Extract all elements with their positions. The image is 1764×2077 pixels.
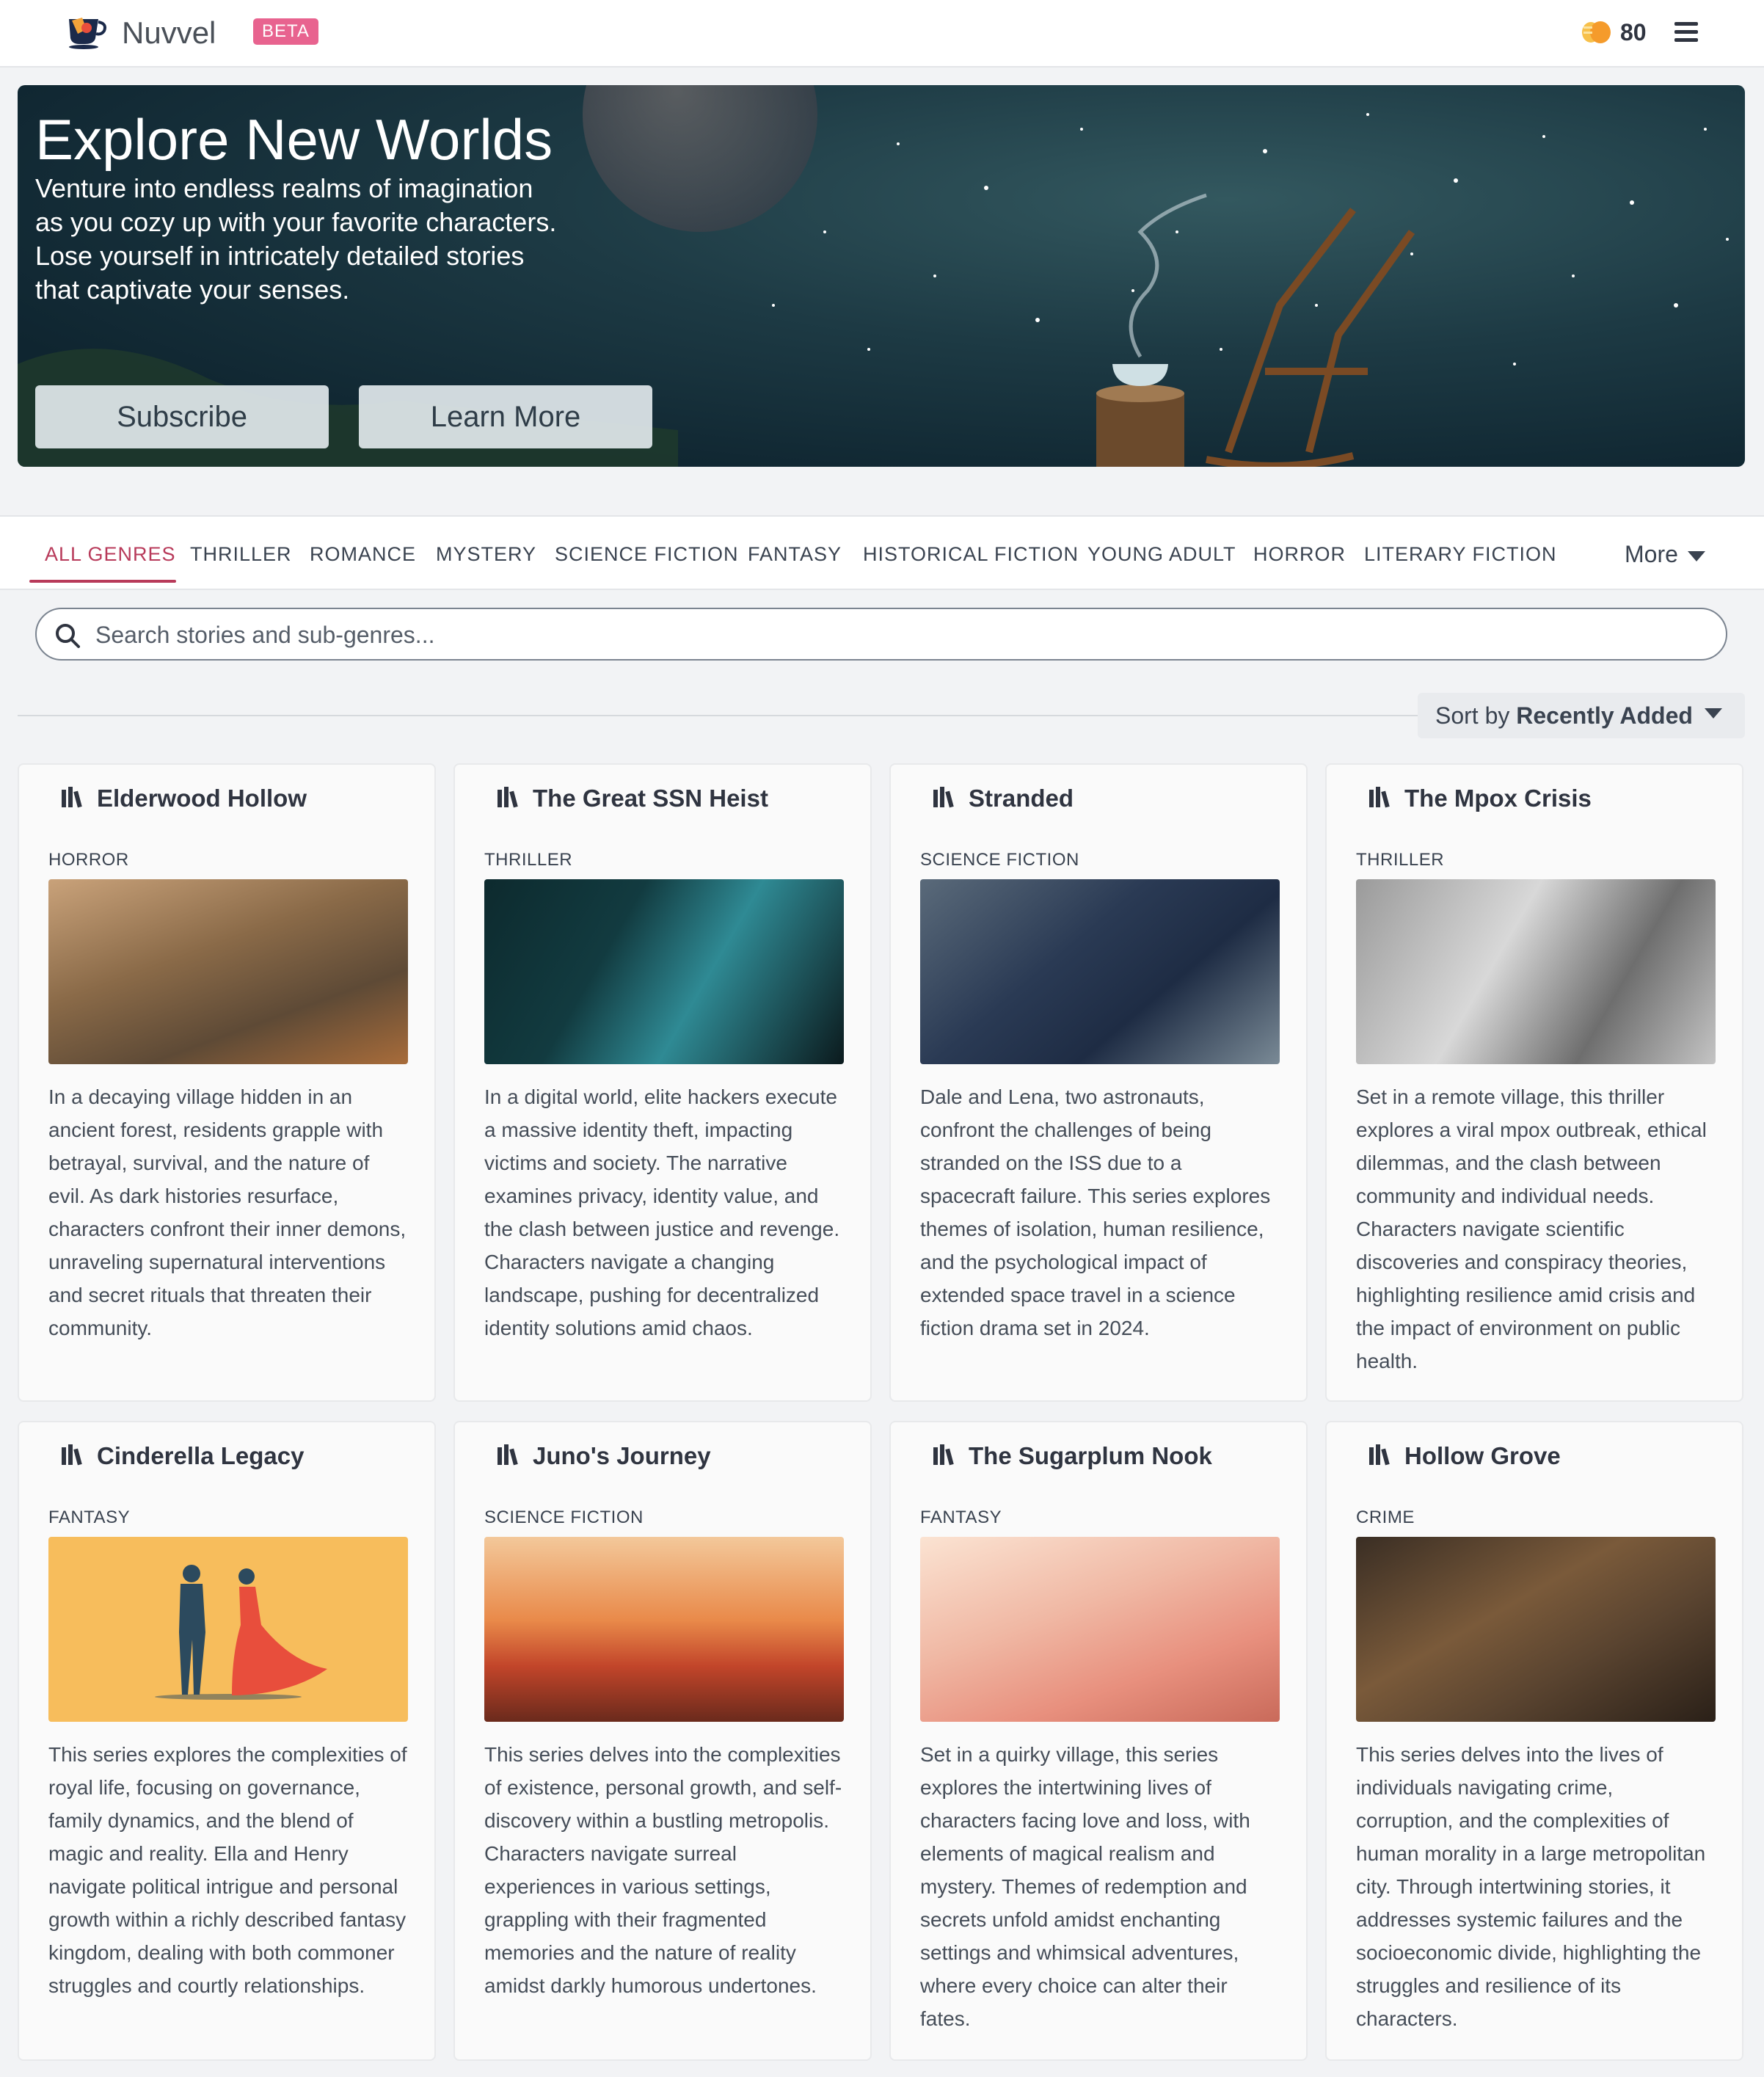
story-description: Dale and Lena, two astronauts, confront … — [920, 1085, 1271, 1339]
tab-horror[interactable]: HORROR — [1253, 542, 1346, 567]
story-cover-image[interactable] — [920, 879, 1280, 1064]
story-genre: THRILLER — [1356, 850, 1445, 870]
tab-mystery[interactable]: MYSTERY — [436, 542, 536, 567]
active-tab-indicator — [29, 580, 176, 583]
hamburger-menu-icon[interactable] — [1674, 22, 1698, 43]
learn-more-button[interactable]: Learn More — [359, 385, 652, 448]
books-icon — [498, 1444, 518, 1466]
genre-tabs: ALL GENRES THRILLER ROMANCE MYSTERY SCIE… — [0, 515, 1764, 590]
story-genre: FANTASY — [920, 1507, 1002, 1527]
sort-prefix: Sort by — [1435, 702, 1510, 729]
tab-science-fiction[interactable]: SCIENCE FICTION — [555, 542, 739, 567]
story-card[interactable]: Hollow Grove CRIME This series delves in… — [1325, 1421, 1743, 2061]
story-genre: HORROR — [48, 850, 129, 870]
story-title[interactable]: Elderwood Hollow — [97, 784, 307, 813]
story-description: In a decaying village hidden in an ancie… — [48, 1085, 407, 1339]
story-title[interactable]: Hollow Grove — [1404, 1441, 1561, 1471]
hero-banner: Explore New Worlds Venture into endless … — [18, 85, 1745, 467]
story-title[interactable]: Stranded — [969, 784, 1074, 813]
more-label: More — [1625, 541, 1678, 567]
tab-romance[interactable]: ROMANCE — [310, 542, 416, 567]
story-cover-image[interactable] — [48, 1537, 408, 1722]
hero-description: Venture into endless realms of imaginati… — [35, 173, 557, 305]
story-title[interactable]: Juno's Journey — [533, 1441, 711, 1471]
search-bar[interactable] — [35, 608, 1727, 661]
books-icon — [1369, 787, 1390, 808]
story-genre: CRIME — [1356, 1507, 1415, 1527]
caret-down-icon — [1705, 708, 1722, 719]
search-input[interactable] — [95, 618, 1695, 652]
books-icon — [498, 787, 518, 808]
tab-thriller[interactable]: THRILLER — [190, 542, 292, 567]
story-cover-image[interactable] — [1356, 879, 1716, 1064]
story-cover-image[interactable] — [484, 1537, 844, 1722]
more-genres-dropdown[interactable]: More — [1625, 540, 1706, 568]
sort-value: Recently Added — [1516, 702, 1693, 729]
brand-name[interactable]: Nuvvel — [122, 15, 216, 51]
books-icon — [62, 1444, 82, 1466]
story-card[interactable]: Stranded SCIENCE FICTION Dale and Lena, … — [889, 763, 1308, 1402]
coin-count: 80 — [1620, 19, 1647, 46]
story-genre: THRILLER — [484, 850, 573, 870]
coins-icon — [1582, 21, 1611, 43]
story-card[interactable]: The Great SSN Heist THRILLER In a digita… — [453, 763, 872, 1402]
books-icon — [1369, 1444, 1390, 1466]
story-cover-image[interactable] — [1356, 1537, 1716, 1722]
search-icon — [56, 624, 80, 648]
tab-literary-fiction[interactable]: LITERARY FICTION — [1364, 542, 1557, 567]
story-title[interactable]: The Mpox Crisis — [1404, 784, 1592, 813]
books-icon — [62, 787, 82, 808]
story-genre: FANTASY — [48, 1507, 131, 1527]
story-description: This series delves into the complexities… — [484, 1743, 842, 1997]
tab-historical-fiction[interactable]: HISTORICAL FICTION — [863, 542, 1079, 567]
story-genre: SCIENCE FICTION — [920, 850, 1079, 870]
story-description: In a digital world, elite hackers execut… — [484, 1085, 840, 1339]
divider — [18, 715, 1419, 716]
story-card[interactable]: Juno's Journey SCIENCE FICTION This seri… — [453, 1421, 872, 2061]
books-icon — [933, 1444, 954, 1466]
sort-label: Sort by Recently Added — [1435, 702, 1693, 730]
story-description: This series explores the complexities of… — [48, 1743, 407, 1997]
tab-young-adult[interactable]: YOUNG ADULT — [1087, 542, 1236, 567]
story-description: Set in a remote village, this thriller e… — [1356, 1085, 1707, 1372]
silhouette-couple-illustration — [155, 1565, 327, 1700]
beta-badge: BETA — [253, 18, 318, 45]
story-title[interactable]: The Sugarplum Nook — [969, 1441, 1212, 1471]
tab-all-genres[interactable]: ALL GENRES — [45, 542, 176, 567]
story-cover-image[interactable] — [48, 879, 408, 1064]
story-card[interactable]: The Sugarplum Nook FANTASY Set in a quir… — [889, 1421, 1308, 2061]
top-navbar: Nuvvel BETA 80 — [0, 0, 1764, 68]
hero-title: Explore New Worlds — [35, 107, 553, 172]
story-title[interactable]: Cinderella Legacy — [97, 1441, 304, 1471]
story-card[interactable]: Cinderella Legacy FANTASY This series ex… — [18, 1421, 436, 2061]
subscribe-button[interactable]: Subscribe — [35, 385, 329, 448]
sort-dropdown[interactable]: Sort by Recently Added — [1418, 693, 1745, 738]
story-card[interactable]: The Mpox Crisis THRILLER Set in a remote… — [1325, 763, 1743, 1402]
books-icon — [933, 787, 954, 808]
story-card[interactable]: Elderwood Hollow HORROR In a decaying vi… — [18, 763, 436, 1402]
story-cover-image[interactable] — [920, 1537, 1280, 1722]
story-genre: SCIENCE FICTION — [484, 1507, 644, 1527]
story-title[interactable]: The Great SSN Heist — [533, 784, 768, 813]
teacup-logo-icon[interactable] — [65, 13, 109, 50]
story-description: This series delves into the lives of ind… — [1356, 1743, 1706, 2030]
story-cover-image[interactable] — [484, 879, 844, 1064]
tab-fantasy[interactable]: FANTASY — [748, 542, 842, 567]
story-description: Set in a quirky village, this series exp… — [920, 1743, 1250, 2030]
caret-down-icon — [1687, 550, 1705, 561]
